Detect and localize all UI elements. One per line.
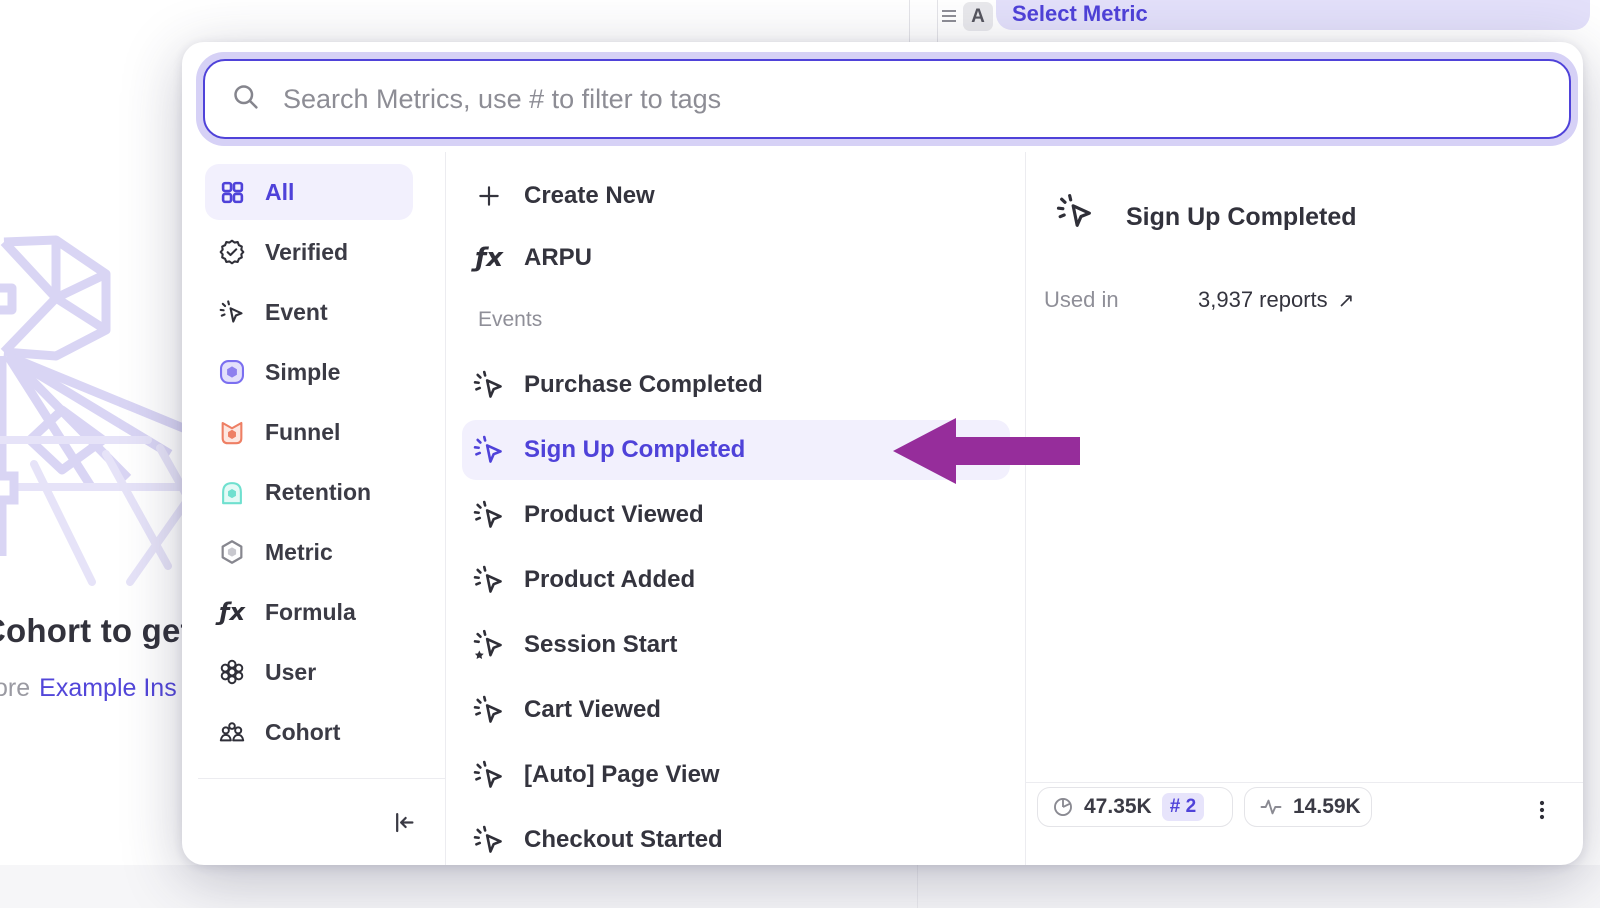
list-item-label: ARPU [524, 244, 592, 272]
sidebar-footer-divider [198, 778, 445, 779]
list-item-product-viewed[interactable]: Product Viewed [470, 487, 1010, 543]
search-input[interactable] [283, 84, 1569, 115]
builder-column-divider [917, 865, 918, 908]
builder-column-divider [937, 0, 938, 42]
list-item-checkout-started[interactable]: Checkout Started [470, 812, 1010, 865]
total-count-pill[interactable]: 47.35K # 2 [1037, 787, 1233, 827]
metric-row-badge: A [963, 2, 993, 31]
cohort-people-icon [217, 717, 247, 747]
sidebar-item-verified[interactable]: Verified [205, 224, 413, 280]
list-item-auto-page-view[interactable]: [Auto] Page View [470, 747, 1010, 803]
stat-value: 47.35K [1084, 795, 1152, 819]
sidebar-item-label: Formula [265, 599, 356, 626]
search-focus-ring [196, 52, 1578, 146]
select-metric-label: Select Metric [1012, 1, 1148, 27]
list-item-cart-viewed[interactable]: Cart Viewed [470, 682, 1010, 738]
list-item-arpu[interactable]: ƒx ARPU [470, 230, 1010, 286]
search-field[interactable] [203, 59, 1571, 139]
retention-icon [217, 477, 247, 507]
metric-selector-dialog: All Verified Event Simple Funnel Retenti… [182, 42, 1583, 865]
simple-icon [217, 357, 247, 387]
event-cursor-icon [217, 297, 247, 327]
sidebar-divider [445, 152, 446, 865]
event-cursor-icon [470, 691, 508, 729]
list-item-label: Cart Viewed [524, 696, 661, 724]
event-cursor-icon [470, 431, 508, 469]
kebab-menu-icon [1530, 798, 1554, 822]
formula-fx-icon: ƒx [217, 597, 247, 627]
drag-handle-icon[interactable] [941, 9, 957, 28]
list-item-label: [Auto] Page View [524, 761, 720, 789]
sidebar-item-label: All [265, 179, 294, 206]
events-section-header: Events [478, 308, 542, 332]
background-subline: ore Example Ins [0, 674, 177, 703]
funnel-icon [217, 417, 247, 447]
list-item-sign-up-completed[interactable]: Sign Up Completed [470, 422, 1010, 478]
detail-title: Sign Up Completed [1126, 198, 1357, 236]
grid-icon [217, 177, 247, 207]
event-cursor-icon [470, 496, 508, 534]
create-new-button[interactable]: Create New [470, 168, 1010, 224]
list-item-label: Session Start [524, 631, 677, 659]
collapse-left-icon [391, 809, 418, 836]
list-item-label: Product Added [524, 566, 695, 594]
plus-icon [470, 177, 508, 215]
rank-badge: # 2 [1162, 793, 1204, 821]
list-item-purchase-completed[interactable]: Purchase Completed [470, 357, 1010, 413]
page-background [0, 865, 1600, 908]
formula-fx-icon: ƒx [470, 239, 508, 277]
sidebar-item-label: Retention [265, 479, 371, 506]
more-options-button[interactable] [1526, 794, 1558, 826]
select-metric-button[interactable]: Select Metric [996, 0, 1590, 30]
event-cursor-icon [470, 366, 508, 404]
sidebar-item-label: User [265, 659, 316, 686]
list-item-label: Product Viewed [524, 501, 704, 529]
search-icon [231, 82, 261, 117]
sidebar-item-event[interactable]: Event [205, 284, 413, 340]
event-cursor-icon [470, 756, 508, 794]
sidebar-item-metric[interactable]: Metric [205, 524, 413, 580]
sidebar-item-label: Funnel [265, 419, 340, 446]
stat-value: 14.59K [1293, 795, 1361, 819]
user-cluster-icon [217, 657, 247, 687]
sidebar-item-funnel[interactable]: Funnel [205, 404, 413, 460]
create-new-label: Create New [524, 182, 655, 210]
list-item-session-start[interactable]: Session Start [470, 617, 1010, 673]
sidebar-item-retention[interactable]: Retention [205, 464, 413, 520]
sidebar-item-cohort[interactable]: Cohort [205, 704, 413, 760]
subline-prefix-fragment: ore [0, 674, 30, 702]
collapse-sidebar-button[interactable] [384, 802, 424, 842]
list-item-product-added[interactable]: Product Added [470, 552, 1010, 608]
reports-link[interactable]: 3,937 reports ↗ [1198, 286, 1354, 314]
sidebar-item-label: Cohort [265, 719, 340, 746]
sidebar-item-simple[interactable]: Simple [205, 344, 413, 400]
builder-column-divider [909, 0, 910, 42]
list-item-label: Purchase Completed [524, 371, 763, 399]
detail-divider [1025, 152, 1026, 865]
pie-chart-icon [1052, 796, 1074, 818]
sidebar-item-user[interactable]: User [205, 644, 413, 700]
unique-count-pill[interactable]: 14.59K [1244, 787, 1372, 827]
external-arrow-icon: ↗ [1338, 286, 1355, 314]
detail-footer-divider [1025, 782, 1583, 783]
example-insights-link[interactable]: Example Ins [39, 674, 177, 702]
list-item-label: Sign Up Completed [524, 436, 745, 464]
list-item-label: Checkout Started [524, 826, 723, 854]
sidebar-item-label: Verified [265, 239, 348, 266]
event-cursor-icon [1056, 192, 1096, 237]
event-cursor-icon [470, 821, 508, 859]
used-in-label: Used in [1044, 286, 1119, 314]
sidebar-item-all[interactable]: All [205, 164, 413, 220]
sidebar-item-label: Simple [265, 359, 340, 386]
sidebar-item-label: Metric [265, 539, 333, 566]
event-cursor-star-icon [470, 626, 508, 664]
event-cursor-icon [470, 561, 508, 599]
pulse-icon [1259, 795, 1283, 819]
sidebar-item-label: Event [265, 299, 328, 326]
metric-hexagon-icon [217, 537, 247, 567]
sidebar-item-formula[interactable]: ƒx Formula [205, 584, 413, 640]
reports-count: 3,937 reports [1198, 286, 1328, 314]
verified-badge-icon [217, 237, 247, 267]
background-wireframe-illustration [0, 226, 200, 586]
